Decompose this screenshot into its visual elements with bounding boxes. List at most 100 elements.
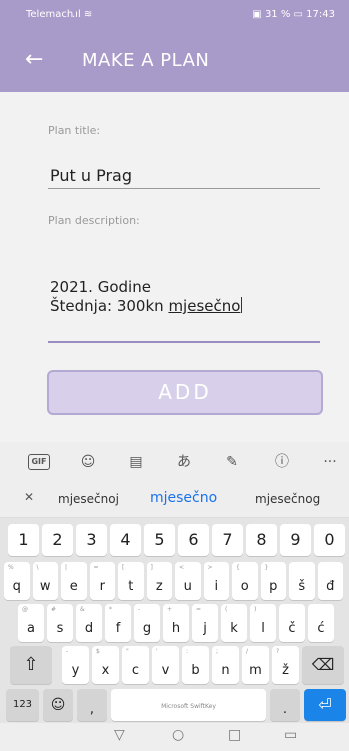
letter-key-s[interactable]: # s — [47, 604, 73, 642]
key-label: đ — [326, 579, 335, 594]
number-key-6[interactable]: 6 — [178, 524, 209, 556]
shift-key[interactable]: ⇧ — [10, 646, 52, 684]
letter-key-š[interactable]: š — [289, 562, 315, 600]
key-hint: - — [66, 648, 69, 655]
key-label: 0 — [324, 530, 335, 549]
letter-key-z[interactable]: ] z — [146, 562, 172, 600]
suggestion-center[interactable]: mjesečno — [150, 490, 217, 506]
pen-icon[interactable]: ✎ — [220, 450, 244, 474]
letter-key-e[interactable]: | e — [61, 562, 87, 600]
letter-key-b[interactable]: :b — [182, 646, 209, 684]
comma-key[interactable]: , — [77, 689, 107, 721]
number-key-8[interactable]: 8 — [246, 524, 277, 556]
letter-key-č[interactable]: č — [279, 604, 305, 642]
clock: 17:43 — [306, 9, 335, 20]
space-key-label: Microsoft SwiftKey — [161, 703, 216, 710]
letter-key-t[interactable]: [t — [118, 562, 144, 600]
letter-key-q[interactable]: % q — [4, 562, 30, 600]
letter-key-ć[interactable]: ć — [308, 604, 334, 642]
key-label: y — [71, 663, 80, 678]
letter-key-đ[interactable]: đ — [317, 562, 343, 600]
letter-key-u[interactable]: < u — [175, 562, 201, 600]
key-label: r — [99, 579, 105, 594]
number-key-7[interactable]: 7 — [212, 524, 243, 556]
letter-key-w[interactable]: \ w — [32, 562, 58, 600]
letter-key-f[interactable]: * f — [105, 604, 131, 642]
number-key-2[interactable]: 2 — [42, 524, 73, 556]
letter-key-m[interactable]: / m — [242, 646, 269, 684]
key-label: t — [128, 579, 134, 594]
letter-key-r[interactable]: = r — [89, 562, 115, 600]
suggestion-bar: ✕ mjesečnoj mjesečno mjesečnog — [0, 482, 349, 518]
letter-key-n[interactable]: ; n — [212, 646, 239, 684]
key-hint: & — [80, 606, 85, 613]
letter-key-c[interactable]: " c — [122, 646, 149, 684]
key-label: k — [230, 621, 238, 636]
key-label: 3 — [86, 530, 97, 549]
space-key[interactable]: Microsoft SwiftKey — [111, 689, 266, 721]
letter-key-v[interactable]: ' v — [152, 646, 179, 684]
letter-key-l[interactable]: ) l — [250, 604, 276, 642]
plan-title-underline — [48, 188, 320, 189]
plan-description-input[interactable]: 2021. Godine Štednja: 300kn mjesečno — [50, 278, 243, 316]
sticker-icon[interactable]: ☺ — [76, 450, 100, 474]
letter-key-p[interactable]: } p — [260, 562, 286, 600]
key-hint: { — [236, 564, 240, 571]
key-label: e — [69, 579, 78, 594]
key-label: b — [191, 663, 200, 678]
back-arrow-icon[interactable]: ← — [25, 46, 43, 74]
period-key[interactable]: . — [270, 689, 300, 721]
suggestion-left[interactable]: mjesečnoj — [58, 492, 119, 506]
number-key-9[interactable]: 9 — [280, 524, 311, 556]
letter-key-j[interactable]: = j — [192, 604, 218, 642]
letter-key-h[interactable]: + h — [163, 604, 189, 642]
key-label: z — [155, 579, 163, 594]
letter-key-x[interactable]: $ x — [92, 646, 119, 684]
signal-wifi-icon: .ıl ≋ — [72, 9, 93, 20]
key-hint: ] — [150, 564, 153, 571]
key-hint: % — [8, 564, 14, 571]
suggestion-right[interactable]: mjesečnog — [255, 492, 320, 506]
key-label: 2 — [52, 530, 63, 549]
plan-title-input[interactable]: Put u Prag — [50, 166, 132, 185]
back-triangle-icon[interactable]: ▽ — [114, 727, 125, 743]
key-label: s — [56, 621, 64, 636]
recents-square-icon[interactable]: □ — [228, 727, 241, 743]
keyboard: 1234567890 % q \ w | e = r[t] z < u > i{o} p š đ @ a # s & d… — [0, 518, 349, 723]
battery-percent: 31 % — [264, 9, 291, 20]
key-label: n — [221, 663, 230, 678]
info-icon[interactable]: ⓘ — [270, 450, 294, 474]
number-key-0[interactable]: 0 — [314, 524, 345, 556]
letter-key-d[interactable]: & d — [76, 604, 102, 642]
collapse-icon[interactable]: ✕ — [24, 490, 34, 504]
add-button[interactable]: ADD — [47, 370, 323, 415]
home-circle-icon[interactable]: ○ — [172, 727, 184, 743]
letter-key-g[interactable]: -g — [134, 604, 160, 642]
key-label: g — [142, 621, 152, 636]
letter-key-ž[interactable]: ? ž — [272, 646, 299, 684]
key-hint: # — [51, 606, 57, 613]
number-key-3[interactable]: 3 — [76, 524, 107, 556]
clipboard-icon[interactable]: ▤ — [124, 450, 148, 474]
number-key-4[interactable]: 4 — [110, 524, 141, 556]
letter-key-o[interactable]: {o — [232, 562, 258, 600]
number-key-5[interactable]: 5 — [144, 524, 175, 556]
key-label: o — [240, 579, 249, 594]
more-button[interactable]: ··· — [318, 450, 342, 474]
emoji-icon[interactable]: ☺ — [43, 689, 73, 721]
gif-button[interactable]: GIF — [28, 454, 50, 470]
key-hint: < — [179, 564, 185, 571]
symbols-key[interactable]: 123 — [6, 689, 39, 721]
letter-key-k[interactable]: (k — [221, 604, 247, 642]
enter-key[interactable]: ⏎ — [304, 689, 346, 721]
description-line-2: Štednja: 300kn mjesečno — [50, 297, 243, 316]
letter-key-y[interactable]: -y — [62, 646, 89, 684]
keyboard-toolbar: GIF ☺ ▤ あ ✎ ⓘ ··· — [0, 442, 349, 482]
translator-icon[interactable]: あ — [172, 450, 196, 474]
key-hint: $ — [96, 648, 100, 655]
letter-key-a[interactable]: @ a — [18, 604, 44, 642]
letter-key-i[interactable]: > i — [203, 562, 229, 600]
keyboard-hide-icon[interactable]: ▭ — [284, 727, 297, 743]
backspace-key[interactable]: ⌫ — [302, 646, 344, 684]
number-key-1[interactable]: 1 — [8, 524, 39, 556]
